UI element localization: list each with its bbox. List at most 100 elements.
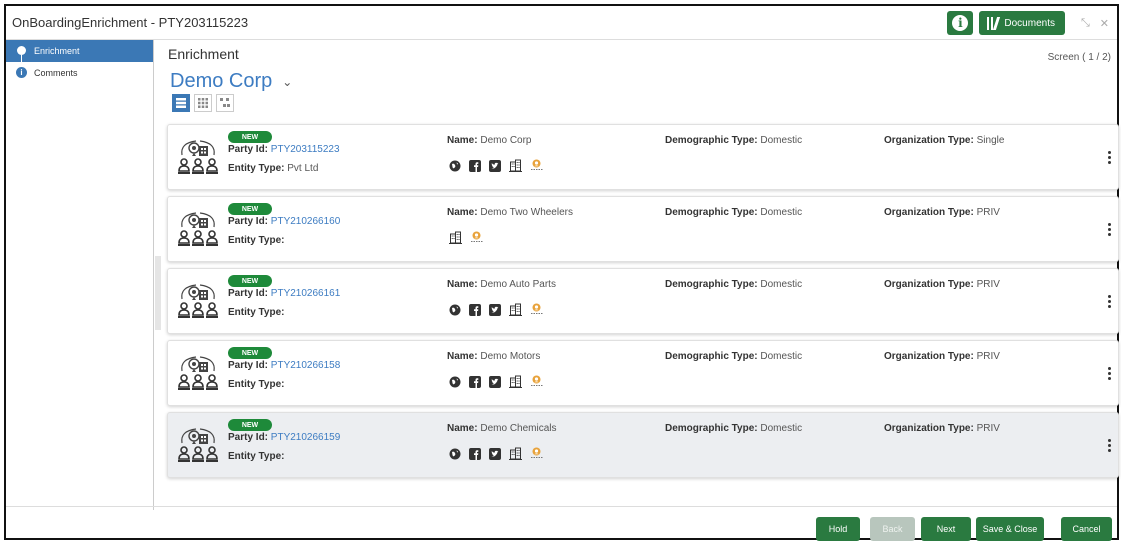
- facebook-icon[interactable]: [469, 447, 481, 460]
- organization-type-field: Organization Type: PRIV: [884, 279, 1000, 290]
- organization-type-field: Organization Type: PRIV: [884, 351, 1000, 362]
- party-id-field: Party Id: PTY203115223: [228, 144, 340, 155]
- sidebar-item-enrichment[interactable]: Enrichment: [6, 40, 153, 69]
- list-view-button[interactable]: [172, 94, 190, 112]
- more-options-icon[interactable]: [1108, 295, 1112, 308]
- party-id-field: Party Id: PTY210266160: [228, 216, 340, 227]
- entity-type-field: Entity Type:: [228, 307, 284, 318]
- facebook-icon[interactable]: [469, 375, 481, 388]
- party-name-selector[interactable]: Demo Corp ⌄: [170, 70, 292, 93]
- party-id-link[interactable]: PTY203115223: [271, 144, 340, 155]
- globe-icon[interactable]: [449, 160, 461, 172]
- sidebar-scrollbar[interactable]: [155, 256, 161, 330]
- organization-type-field: Organization Type: PRIV: [884, 207, 1000, 218]
- party-card[interactable]: NEW Party Id: PTY203115223 Entity Type: …: [167, 124, 1119, 190]
- name-value: Demo Chemicals: [480, 423, 557, 434]
- hold-button[interactable]: Hold: [816, 517, 860, 541]
- window-controls: ⤡ ✕: [1081, 17, 1109, 30]
- organization-type-value: PRIV: [976, 423, 1000, 434]
- twitter-icon[interactable]: [489, 159, 501, 172]
- shrink-icon[interactable]: ⤡: [1081, 17, 1090, 30]
- main-content: Enrichment Screen ( 1 / 2) Demo Corp ⌄ N…: [164, 40, 1119, 538]
- twitter-icon[interactable]: [489, 447, 501, 460]
- organization-type-value: PRIV: [976, 351, 1000, 362]
- party-id-link[interactable]: PTY210266159: [271, 432, 341, 443]
- party-card[interactable]: NEW Party Id: PTY210266159 Entity Type: …: [167, 412, 1119, 478]
- demographic-type-value: Domestic: [760, 351, 803, 362]
- hierarchy-view-button[interactable]: [216, 94, 234, 112]
- facebook-icon[interactable]: [469, 303, 481, 316]
- facebook-icon[interactable]: [469, 159, 481, 172]
- step-dot-icon: [17, 46, 26, 55]
- info-button[interactable]: i: [947, 11, 974, 35]
- organization-type-label: Organization Type:: [884, 279, 974, 290]
- party-card[interactable]: NEW Party Id: PTY210266158 Entity Type: …: [167, 340, 1119, 406]
- footer-bar: Hold Back Next Save & Close Cancel: [6, 506, 1117, 541]
- globe-icon[interactable]: [449, 376, 461, 388]
- entity-type-label: Entity Type:: [228, 451, 285, 462]
- sidebar-item-comments[interactable]: i Comments: [6, 62, 153, 84]
- grid-view-icon: [198, 98, 208, 108]
- list-view-icon: [176, 98, 186, 108]
- demographic-type-label: Demographic Type:: [665, 423, 758, 434]
- grid-view-button[interactable]: [194, 94, 212, 112]
- twitter-icon[interactable]: [489, 375, 501, 388]
- step-info-icon: i: [16, 67, 27, 78]
- organization-type-field: Organization Type: PRIV: [884, 423, 1000, 434]
- demographic-type-value: Domestic: [760, 423, 803, 434]
- party-card[interactable]: NEW Party Id: PTY210266160 Entity Type: …: [167, 196, 1119, 262]
- party-id-field: Party Id: PTY210266161: [228, 288, 340, 299]
- organization-type-label: Organization Type:: [884, 207, 974, 218]
- party-id-link[interactable]: PTY210266161: [271, 288, 341, 299]
- organization-avatar-icon: [176, 281, 220, 323]
- building-icon[interactable]: [509, 159, 522, 172]
- back-button[interactable]: Back: [870, 517, 915, 541]
- demographic-type-label: Demographic Type:: [665, 207, 758, 218]
- card-action-icons: [449, 447, 543, 460]
- entity-type-field: Entity Type:: [228, 379, 284, 390]
- info-icon: i: [952, 15, 969, 31]
- app-window: OnBoardingEnrichment - PTY203115223 i Do…: [4, 4, 1119, 541]
- demographic-type-value: Domestic: [760, 279, 803, 290]
- demographic-type-value: Domestic: [760, 135, 803, 146]
- party-id-link[interactable]: PTY210266160: [271, 216, 341, 227]
- hierarchy-view-icon: [220, 98, 230, 107]
- organization-avatar-icon: [176, 353, 220, 395]
- documents-button[interactable]: Documents: [979, 11, 1065, 35]
- organization-avatar-icon: [176, 209, 220, 251]
- entity-type-field: Entity Type:: [228, 235, 284, 246]
- person-location-icon[interactable]: [470, 231, 483, 244]
- next-button[interactable]: Next: [921, 517, 971, 541]
- more-options-icon[interactable]: [1108, 151, 1112, 164]
- building-icon[interactable]: [509, 303, 522, 316]
- person-location-icon[interactable]: [530, 375, 543, 388]
- globe-icon[interactable]: [449, 448, 461, 460]
- name-value: Demo Motors: [480, 351, 541, 362]
- organization-type-label: Organization Type:: [884, 135, 974, 146]
- person-location-icon[interactable]: [530, 303, 543, 316]
- save-close-button[interactable]: Save & Close: [976, 517, 1044, 541]
- building-icon[interactable]: [449, 231, 462, 244]
- person-location-icon[interactable]: [530, 447, 543, 460]
- party-card[interactable]: NEW Party Id: PTY210266161 Entity Type: …: [167, 268, 1119, 334]
- new-badge: NEW: [228, 275, 272, 287]
- name-field: Name: Demo Chemicals: [447, 423, 557, 434]
- person-location-icon[interactable]: [530, 159, 543, 172]
- cancel-button[interactable]: Cancel: [1061, 517, 1112, 541]
- building-icon[interactable]: [509, 447, 522, 460]
- more-options-icon[interactable]: [1108, 439, 1112, 452]
- more-options-icon[interactable]: [1108, 367, 1112, 380]
- twitter-icon[interactable]: [489, 303, 501, 316]
- building-icon[interactable]: [509, 375, 522, 388]
- close-icon[interactable]: ✕: [1100, 17, 1109, 30]
- more-options-icon[interactable]: [1108, 223, 1112, 236]
- party-id-link[interactable]: PTY210266158: [271, 360, 341, 371]
- party-id-label: Party Id:: [228, 216, 269, 227]
- view-toggle-group: [172, 94, 234, 112]
- sidebar-item-label: Enrichment: [34, 46, 80, 56]
- organization-type-label: Organization Type:: [884, 351, 974, 362]
- demographic-type-value: Domestic: [760, 207, 803, 218]
- globe-icon[interactable]: [449, 304, 461, 316]
- organization-avatar-icon: [176, 137, 220, 179]
- section-title: Enrichment: [168, 46, 239, 62]
